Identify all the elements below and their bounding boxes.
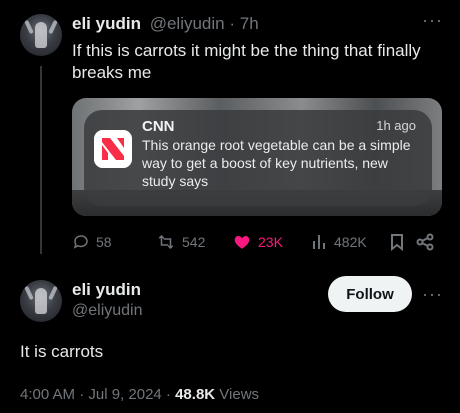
tweet-header: eli yudin @eliyudin · 7h — [72, 14, 259, 34]
share-button[interactable] — [416, 233, 434, 251]
avatar[interactable] — [20, 14, 62, 56]
tweet-actions: 58 542 23K 482K — [72, 233, 444, 253]
heart-icon — [234, 236, 250, 249]
tweet-views-label: Views — [215, 386, 260, 403]
thread-connector-line — [40, 66, 42, 254]
reply-icon — [73, 235, 88, 249]
avatar[interactable] — [20, 280, 62, 322]
handle[interactable]: @eliyudin — [72, 302, 143, 320]
repost-button[interactable]: 542 — [156, 233, 205, 251]
views-button[interactable]: 482K — [312, 233, 367, 251]
handle[interactable]: @eliyudin — [150, 14, 225, 33]
bookmark-button[interactable] — [390, 233, 404, 251]
more-options-icon[interactable]: ··· — [422, 284, 443, 305]
display-name[interactable]: eli yudin — [72, 280, 141, 300]
share-icon — [416, 233, 434, 251]
tweet-meta: 4:00 AM · Jul 9, 2024 · 48.8K Views — [20, 386, 259, 403]
tweet-time[interactable]: 7h — [240, 14, 259, 33]
notification-card: CNN 1h ago This orange root vegetable ca… — [84, 110, 432, 206]
tweet-views-count: 48.8K — [175, 386, 216, 403]
analytics-icon — [313, 235, 325, 249]
bookmark-icon — [391, 234, 403, 251]
apple-news-icon — [94, 130, 132, 168]
views-count: 482K — [334, 234, 367, 250]
like-count: 23K — [258, 234, 283, 250]
tweet-timestamp[interactable]: 4:00 AM · Jul 9, 2024 · — [20, 386, 175, 403]
repost-icon — [158, 234, 174, 250]
reply-button[interactable]: 58 — [72, 233, 112, 251]
more-options-icon[interactable]: ··· — [422, 10, 443, 31]
tweet-text: It is carrots — [20, 342, 104, 361]
display-name[interactable]: eli yudin — [72, 14, 141, 33]
notification-body: This orange root vegetable can be a simp… — [142, 137, 411, 189]
notification-age: 1h ago — [376, 118, 416, 133]
notification-source: CNN — [142, 118, 175, 135]
reply-count: 58 — [96, 234, 112, 250]
tweet-text: If this is carrots it might be the thing… — [72, 41, 421, 82]
separator-dot: · — [229, 14, 236, 33]
like-button[interactable]: 23K — [232, 233, 283, 251]
follow-button[interactable]: Follow — [328, 276, 412, 312]
repost-count: 542 — [182, 234, 206, 250]
